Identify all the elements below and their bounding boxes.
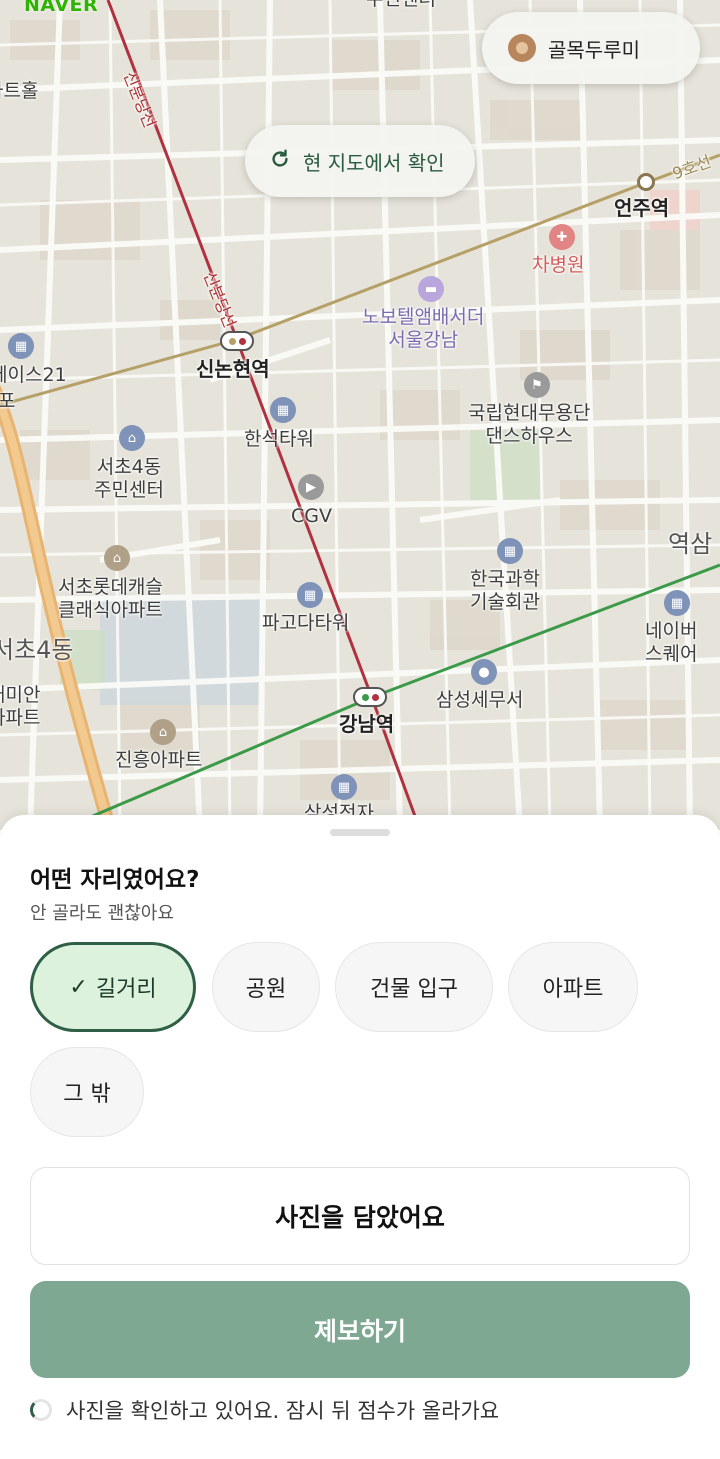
building-icon[interactable]: ▦ bbox=[497, 538, 523, 564]
bottom-sheet: 어떤 자리였어요? 안 골라도 괜찮아요 ✓ 길거리 공원 건물 입구 아파트 … bbox=[0, 815, 720, 1459]
user-badge-button[interactable]: 골목두루미 bbox=[482, 12, 700, 84]
status-text: 사진을 확인하고 있어요. 잠시 뒤 점수가 올라가요 bbox=[66, 1399, 500, 1423]
user-badge-label: 골목두루미 bbox=[548, 37, 640, 62]
station-marker[interactable] bbox=[353, 687, 387, 707]
option-chip-building-entrance[interactable]: 건물 입구 bbox=[335, 942, 493, 1032]
option-label: 공원 bbox=[245, 977, 287, 1002]
map-label-station[interactable]: 신논현역 bbox=[196, 357, 270, 381]
option-chip-other[interactable]: 그 밖 bbox=[30, 1047, 144, 1137]
status-row: 사진을 확인하고 있어요. 잠시 뒤 점수가 올라가요 bbox=[30, 1395, 499, 1425]
check-icon: ✓ bbox=[69, 974, 88, 1000]
option-label: 그 밖 bbox=[63, 1082, 111, 1107]
option-chip-park[interactable]: 공원 bbox=[212, 942, 320, 1032]
building-icon[interactable]: ▦ bbox=[331, 774, 357, 800]
map-label[interactable]: 래미안 아파트 bbox=[0, 684, 40, 730]
map-label[interactable]: CGV bbox=[291, 505, 332, 528]
map-label[interactable]: 한국과학 기술회관 bbox=[470, 568, 540, 614]
map-label[interactable]: 네이버 스퀘어 bbox=[645, 620, 697, 666]
map-view[interactable]: NAVER 주민센터 아트홀 신분당선 신분당선 9호선 언주역 ✚ 차병원 ▬… bbox=[0, 0, 720, 830]
badge-icon bbox=[508, 34, 536, 62]
map-label: 아트홀 bbox=[0, 80, 39, 102]
map-label[interactable]: 파고다타워 bbox=[262, 612, 349, 635]
map-label[interactable]: 국립현대무용단 댄스하우스 bbox=[468, 402, 590, 448]
option-chip-street[interactable]: ✓ 길거리 bbox=[30, 942, 196, 1032]
map-label[interactable]: 진흥아파트 bbox=[115, 749, 202, 772]
building-icon[interactable]: ▦ bbox=[8, 333, 34, 359]
map-label[interactable]: 삼성세무서 bbox=[436, 689, 523, 712]
sheet-drag-handle[interactable] bbox=[330, 829, 390, 836]
question-hint: 안 골라도 괜찮아요 bbox=[30, 903, 174, 924]
station-marker[interactable] bbox=[637, 173, 655, 191]
cinema-icon[interactable]: ▶ bbox=[298, 474, 324, 500]
flag-icon[interactable]: ⚑ bbox=[524, 372, 550, 398]
apartment-icon[interactable]: ⌂ bbox=[150, 719, 176, 745]
submit-button[interactable]: 제보하기 bbox=[30, 1281, 690, 1378]
map-label-station[interactable]: 언주역 bbox=[614, 196, 669, 220]
option-chip-apartment[interactable]: 아파트 bbox=[508, 942, 638, 1032]
option-label: 건물 입구 bbox=[370, 977, 458, 1002]
map-label: 주민센터 bbox=[366, 0, 436, 11]
building-icon[interactable]: ▦ bbox=[664, 590, 690, 616]
photo-button[interactable]: 사진을 담았어요 bbox=[30, 1167, 690, 1265]
option-label: 아파트 bbox=[542, 977, 604, 1002]
map-label-station[interactable]: 강남역 bbox=[339, 712, 394, 736]
map-label[interactable]: 서초4동 주민센터 bbox=[94, 456, 164, 502]
apartment-icon[interactable]: ⌂ bbox=[104, 545, 130, 571]
naver-logo: NAVER bbox=[24, 0, 99, 16]
refresh-icon bbox=[269, 148, 291, 175]
map-label[interactable]: 서초롯데캐슬 클래식아파트 bbox=[58, 576, 163, 622]
map-label[interactable]: 노보텔앰배서더 서울강남 bbox=[362, 306, 484, 352]
question-title: 어떤 자리였어요? bbox=[30, 867, 200, 893]
government-icon[interactable]: ● bbox=[471, 659, 497, 685]
map-label[interactable]: 차병원 bbox=[532, 254, 584, 277]
map-label[interactable]: 한석타워 bbox=[244, 428, 314, 451]
government-icon[interactable]: ⌂ bbox=[119, 425, 145, 451]
map-label-district: 역삼 bbox=[668, 530, 713, 558]
building-icon[interactable]: ▦ bbox=[297, 582, 323, 608]
option-label: 길거리 bbox=[95, 977, 157, 1002]
map-label[interactable]: 페이스21 bbox=[0, 364, 67, 387]
station-marker[interactable] bbox=[220, 331, 254, 351]
building-icon[interactable]: ▦ bbox=[270, 397, 296, 423]
refresh-map-label: 현 지도에서 확인 bbox=[303, 150, 445, 175]
map-label-district: 서초4동 bbox=[0, 636, 74, 664]
refresh-map-button[interactable]: 현 지도에서 확인 bbox=[245, 125, 475, 197]
hospital-icon[interactable]: ✚ bbox=[549, 224, 575, 250]
hotel-icon[interactable]: ▬ bbox=[418, 276, 444, 302]
map-label: 포 bbox=[0, 390, 16, 412]
loading-spinner-icon bbox=[30, 1399, 52, 1421]
